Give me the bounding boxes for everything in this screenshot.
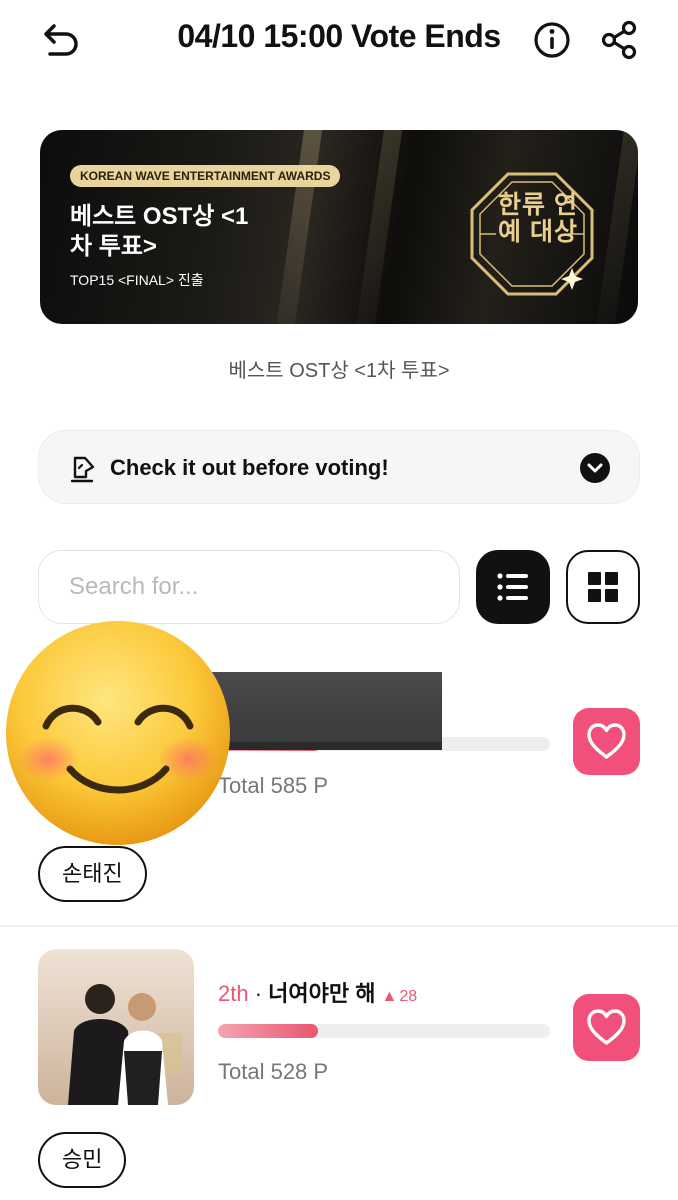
- list-divider: [0, 925, 678, 927]
- banner-light-streak: [273, 130, 325, 324]
- award-logo-text: 한류 연예 대상: [498, 191, 578, 246]
- chevron-down-icon[interactable]: [580, 453, 610, 483]
- album-cover-art: [38, 949, 194, 1105]
- top-bar: 04/10 15:00 Vote Ends: [0, 0, 678, 80]
- voting-notice-accordion[interactable]: Check it out before voting!: [38, 430, 640, 504]
- vote-heart-button[interactable]: [573, 994, 640, 1061]
- grid-view-button[interactable]: [566, 550, 640, 624]
- vote-progress-fill: [218, 1024, 318, 1038]
- artist-chip[interactable]: 손태진: [38, 846, 147, 902]
- vote-total: Total 528 P: [218, 1059, 329, 1084]
- share-icon[interactable]: [598, 18, 640, 62]
- rank-up-icon: ▲: [381, 988, 398, 1005]
- banner-caption: 베스트 OST상 <1차 투표>: [228, 360, 450, 382]
- banner-title: 베스트 OST상 <1차 투표>: [70, 203, 249, 260]
- banner-tag: KOREAN WAVE ENTERTAINMENT AWARDS: [70, 165, 341, 187]
- vote-total: Total 585 P: [218, 773, 329, 798]
- album-cover[interactable]: [38, 949, 194, 1105]
- search-input[interactable]: [38, 550, 460, 624]
- vote-progress-bar: [218, 1024, 550, 1038]
- heart-icon: [587, 723, 626, 759]
- heart-icon: [587, 1009, 626, 1045]
- redaction-box: [196, 672, 442, 748]
- rank-number: 2th: [218, 981, 249, 1006]
- artist-chip[interactable]: 승민: [38, 1132, 127, 1188]
- smiling-face-emoji: [6, 621, 230, 845]
- vote-heart-button[interactable]: [573, 708, 640, 775]
- song-title: 너여야만 해: [268, 981, 376, 1006]
- list-view-button[interactable]: [476, 550, 550, 624]
- rank-line: 2th · 너여야만 해 ▲ 28: [218, 976, 417, 1008]
- list-view-icon: [497, 573, 528, 601]
- banner-light-streak: [593, 130, 638, 324]
- page-title: 04/10 15:00 Vote Ends: [177, 18, 501, 54]
- rank-change: 28: [399, 988, 418, 1005]
- info-icon[interactable]: [532, 18, 572, 62]
- banner-light-streak: [353, 130, 405, 324]
- lamp-icon: [71, 456, 95, 483]
- banner-subtitle: TOP15 <FINAL> 진출: [70, 272, 204, 288]
- notice-label: Check it out before voting!: [110, 455, 389, 480]
- event-banner[interactable]: KOREAN WAVE ENTERTAINMENT AWARDS 베스트 OST…: [40, 130, 638, 324]
- grid-view-icon: [588, 572, 618, 602]
- redaction-box-edge: [196, 742, 442, 750]
- rank-separator: ·: [248, 981, 269, 1006]
